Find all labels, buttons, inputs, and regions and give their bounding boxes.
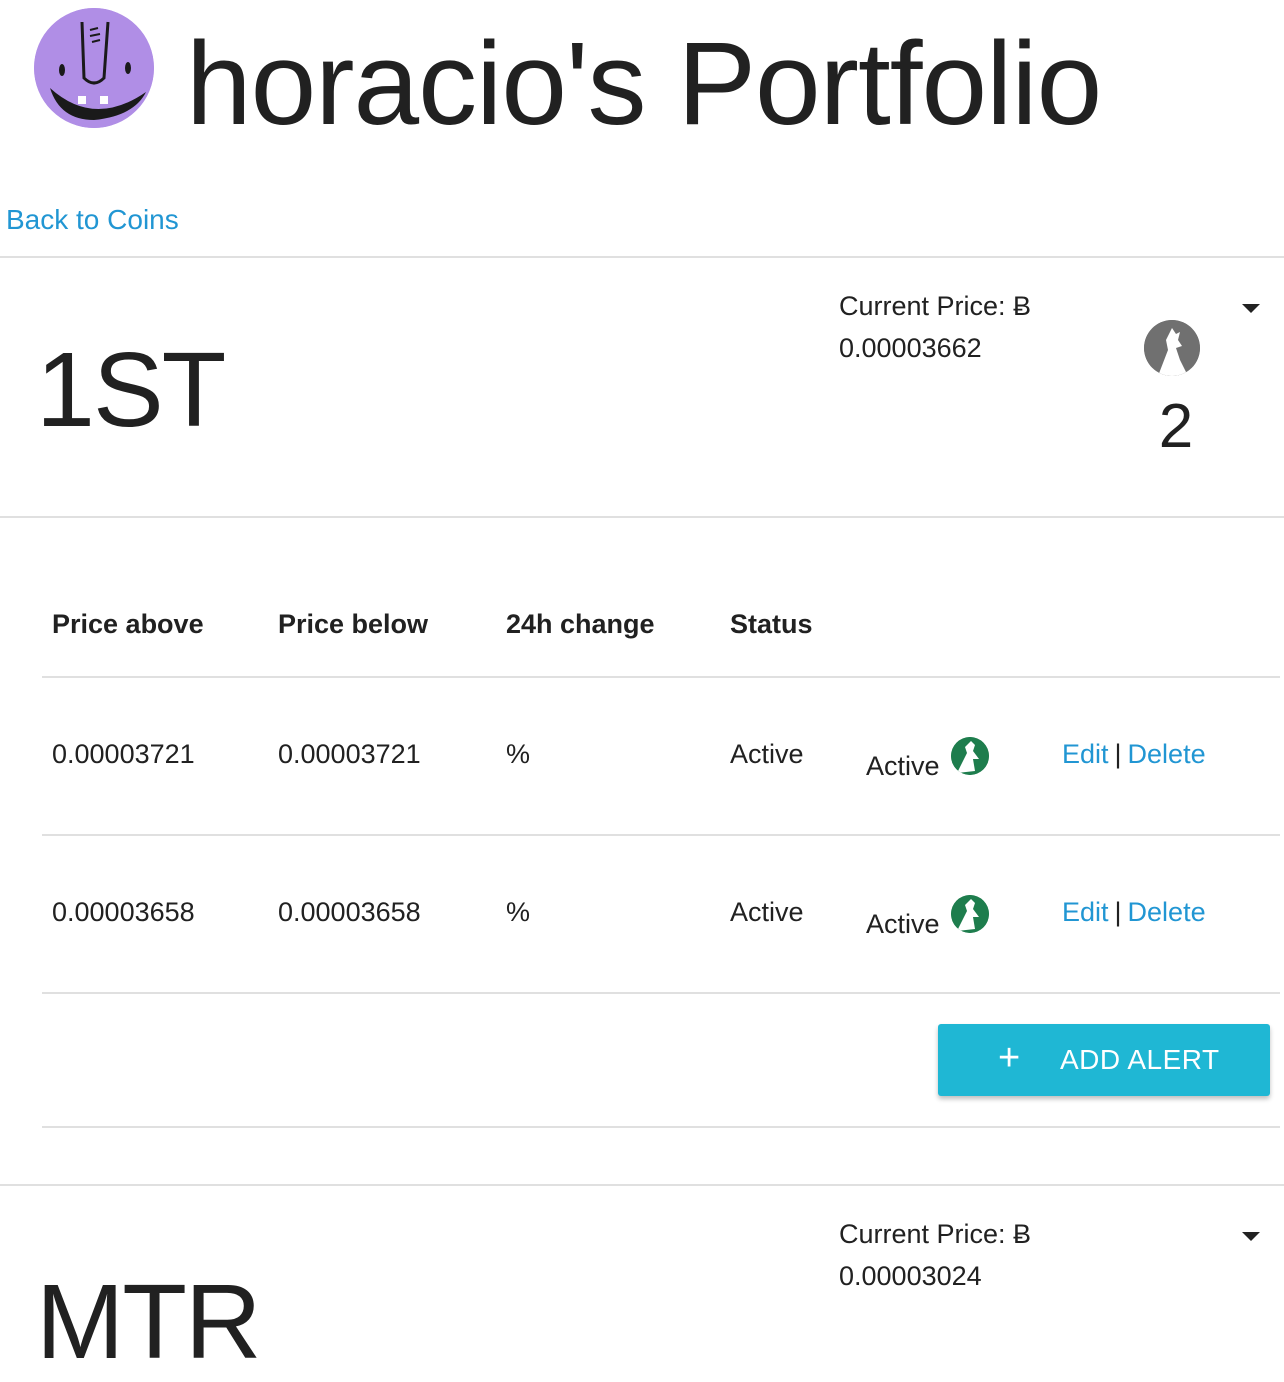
price-below-value: 0.00003658 (278, 897, 421, 927)
add-alert-button[interactable]: + ADD ALERT (938, 1024, 1270, 1096)
current-price-label: Current Price: Ƀ (839, 291, 1032, 321)
divider (42, 992, 1280, 994)
coin-symbol: MTR (36, 1263, 262, 1381)
status-value: Active (730, 897, 804, 927)
chevron-down-icon[interactable] (1242, 1232, 1260, 1241)
divider (42, 834, 1280, 836)
row-actions: Edit | Delete (1062, 894, 1206, 930)
plus-icon: + (998, 1037, 1021, 1079)
delete-link[interactable]: Delete (1128, 739, 1206, 769)
howling-wolf-icon (1144, 320, 1200, 376)
tree-icon[interactable] (951, 895, 989, 933)
tree-icon[interactable] (951, 737, 989, 775)
page-title: horacio's Portfolio (186, 18, 1102, 150)
back-to-coins-link[interactable]: Back to Coins (6, 202, 179, 238)
chevron-down-icon[interactable] (1242, 304, 1260, 313)
divider (42, 1126, 1280, 1128)
edit-link[interactable]: Edit (1062, 897, 1109, 927)
coin-symbol: 1ST (36, 331, 226, 449)
add-alert-label: ADD ALERT (1060, 1044, 1220, 1075)
row-actions: Edit | Delete (1062, 736, 1206, 772)
current-price-value: 0.00003024 (839, 1261, 982, 1291)
header-price-below: Price below (278, 609, 429, 639)
divider (0, 256, 1284, 258)
price-below-value: 0.00003721 (278, 739, 421, 769)
alert-count: 2 (1158, 392, 1194, 461)
avatar (34, 8, 154, 128)
change-24h-value: % (506, 897, 531, 927)
header-price-above: Price above (52, 609, 204, 639)
current-price-value: 0.00003662 (839, 333, 982, 363)
status-value: Active (730, 739, 804, 769)
header-status: Status (730, 609, 813, 639)
divider (0, 516, 1284, 518)
edit-link[interactable]: Edit (1062, 739, 1109, 769)
divider (0, 1184, 1284, 1186)
price-above-value: 0.00003658 (52, 897, 195, 927)
header-24h-change: 24h change (506, 609, 655, 639)
separator: | (1114, 739, 1122, 769)
status-toggle-label[interactable]: Active (866, 906, 940, 942)
divider (42, 676, 1280, 678)
change-24h-value: % (506, 739, 531, 769)
page-header: horacio's Portfolio (0, 0, 1284, 170)
monster-avatar-icon (34, 8, 154, 128)
current-price-label: Current Price: Ƀ (839, 1219, 1032, 1249)
price-above-value: 0.00003721 (52, 739, 195, 769)
status-toggle-label[interactable]: Active (866, 748, 940, 784)
delete-link[interactable]: Delete (1128, 897, 1206, 927)
separator: | (1114, 897, 1122, 927)
